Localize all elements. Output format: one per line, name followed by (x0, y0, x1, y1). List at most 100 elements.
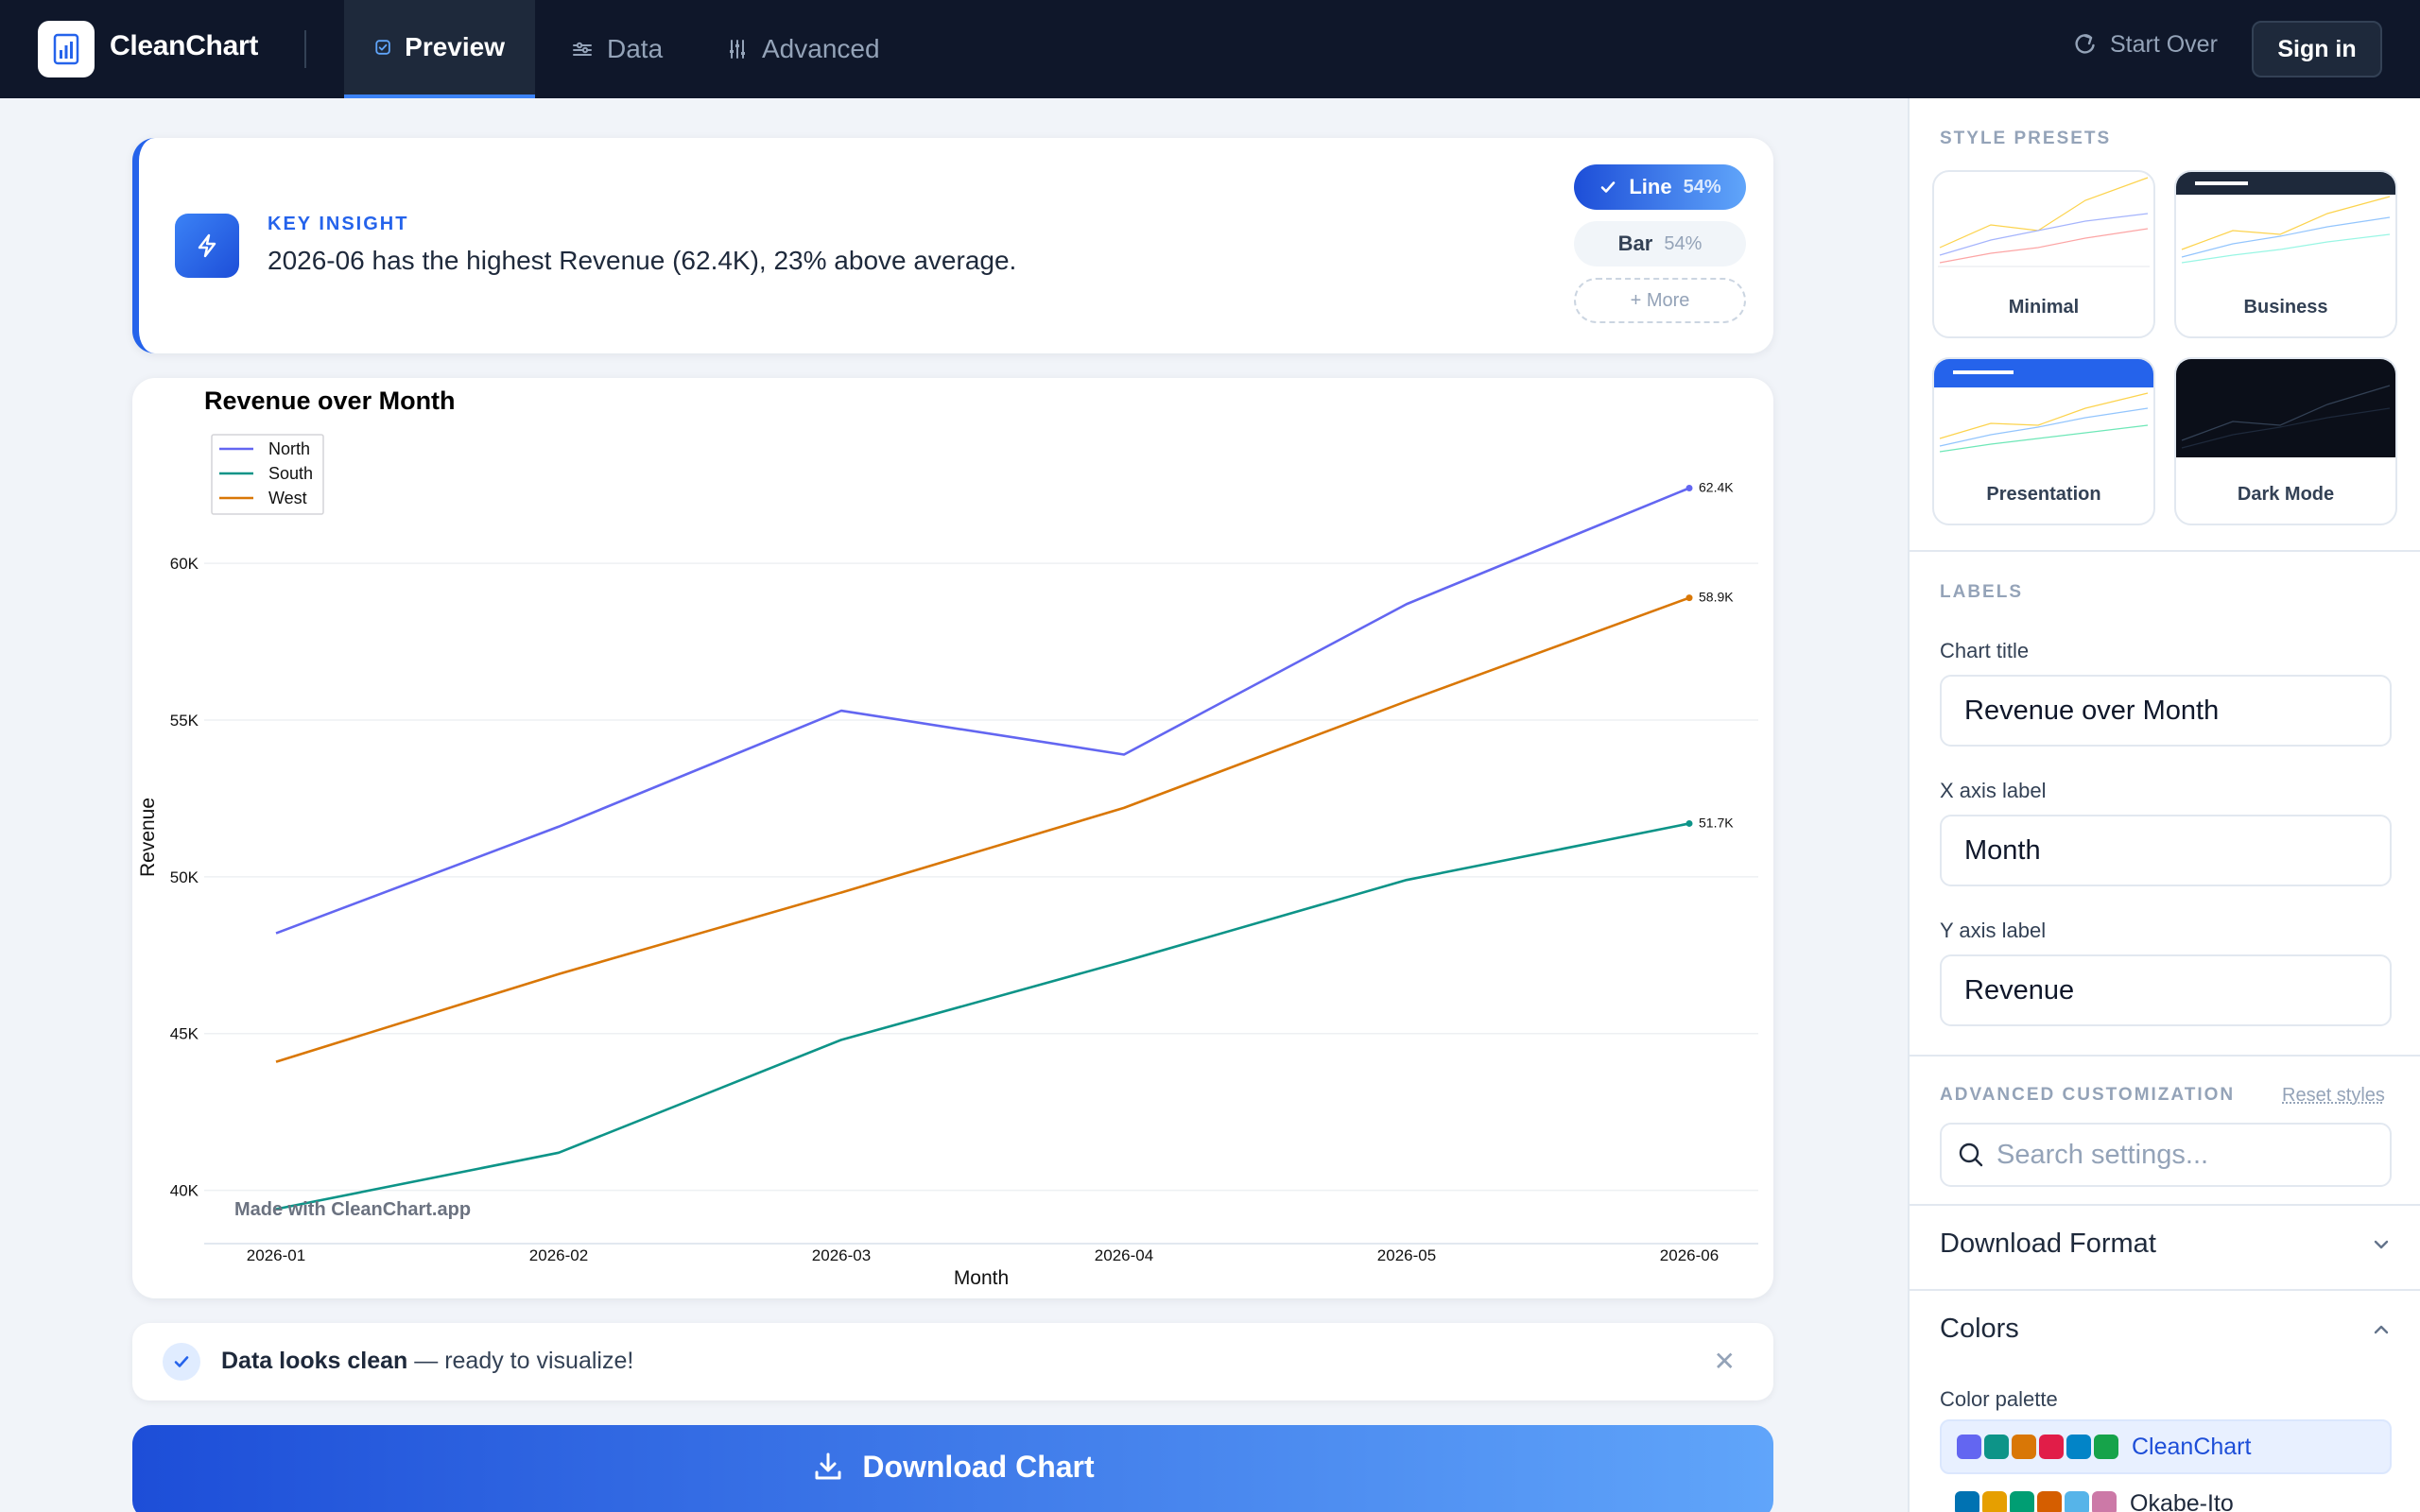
chart-title: Revenue over Month (204, 387, 456, 415)
palette-option-okabe-ito[interactable]: Okabe-Ito (1940, 1476, 2392, 1512)
color-swatch (2010, 1491, 2034, 1512)
x-tick-label: 2026-06 (1660, 1246, 1719, 1264)
search-icon (1959, 1143, 1983, 1167)
legend-label: West (268, 489, 307, 507)
preset-dark-mode-thumbnail (2176, 359, 2395, 457)
data-label: 62.4K (1699, 479, 1734, 494)
advanced-customization-title: ADVANCED CUSTOMIZATION (1940, 1085, 2236, 1105)
legend-label: South (268, 464, 313, 483)
tab-advanced[interactable]: Advanced (696, 0, 910, 98)
series-line-west (275, 596, 1690, 1063)
series-line-south (275, 822, 1690, 1211)
color-swatch (1982, 1491, 2007, 1512)
data-status-banner: Data looks clean — ready to visualize! ✕ (132, 1323, 1773, 1400)
palette-name: Okabe-Ito (2130, 1489, 2234, 1512)
navbar-divider (304, 30, 306, 68)
y-axis-label-input[interactable]: Revenue (1940, 954, 2392, 1026)
y-tick-label: 50K (170, 868, 199, 886)
chart-type-line-button[interactable]: Line 54% (1574, 164, 1746, 210)
color-swatch (2092, 1491, 2117, 1512)
lightning-icon (175, 214, 239, 278)
color-swatch (1957, 1435, 1981, 1459)
x-tick-label: 2026-01 (247, 1246, 305, 1264)
download-chart-button[interactable]: Download Chart (132, 1425, 1773, 1512)
preset-minimal-thumbnail (1938, 177, 2150, 267)
download-format-label: Download Format (1940, 1228, 2156, 1259)
color-swatch (2012, 1435, 2036, 1459)
app-name[interactable]: CleanChart (110, 30, 258, 62)
tab-preview[interactable]: Preview (344, 0, 535, 98)
preset-minimal[interactable]: Minimal (1932, 170, 2155, 338)
series-endpoint (1685, 594, 1693, 602)
download-icon (815, 1452, 841, 1480)
sliders-vertical-icon (730, 40, 745, 59)
color-swatch (2039, 1435, 2064, 1459)
colors-label: Colors (1940, 1314, 2019, 1344)
check-circle-icon (163, 1343, 200, 1381)
more-chart-types-button[interactable]: + More (1574, 278, 1746, 323)
refresh-icon (2075, 34, 2095, 54)
preset-minimal-label: Minimal (2008, 297, 2080, 318)
palette-option-cleanchart[interactable]: CleanChart (1940, 1419, 2392, 1474)
panel-divider (1910, 1204, 2420, 1206)
top-navbar: CleanChart Preview Data Advanced Start O… (0, 0, 2420, 98)
close-icon[interactable]: ✕ (1714, 1346, 1736, 1377)
x-tick-label: 2026-03 (812, 1246, 871, 1264)
y-tick-label: 60K (170, 555, 199, 573)
chart-legend: North South West (211, 434, 324, 515)
chart-type-bar-button[interactable]: Bar 54% (1574, 221, 1746, 266)
x-axis-field-label: X axis label (1940, 779, 2047, 802)
y-axis-field-label: Y axis label (1940, 919, 2047, 942)
color-swatch (2037, 1491, 2062, 1512)
x-tick-label: 2026-05 (1377, 1246, 1436, 1264)
series-endpoint (1685, 484, 1693, 491)
preset-dark-mode[interactable]: Dark Mode (2174, 357, 2397, 525)
tab-preview-label: Preview (405, 32, 505, 61)
preset-dark-mode-label: Dark Mode (2237, 484, 2335, 505)
labels-section-title: LABELS (1940, 582, 2023, 602)
settings-search-input[interactable]: Search settings... (1940, 1123, 2392, 1187)
data-label: 51.7K (1699, 815, 1734, 830)
panel-divider (1910, 1055, 2420, 1057)
reset-styles-link[interactable]: Reset styles (2282, 1085, 2385, 1107)
line-chart: Revenue over Month 40K 45K 50K 55K 60K 2026-… (137, 387, 1758, 1289)
color-swatch (2094, 1435, 2118, 1459)
x-tick-label: 2026-02 (529, 1246, 588, 1264)
app-logo[interactable] (38, 21, 95, 77)
chevron-up-icon (2374, 1325, 2389, 1333)
tab-data[interactable]: Data (541, 0, 693, 98)
panel-divider (1910, 1289, 2420, 1291)
key-insight-card: KEY INSIGHT 2026-06 has the highest Reve… (132, 138, 1773, 353)
x-tick-label: 2026-04 (1095, 1246, 1153, 1264)
color-swatch (1955, 1491, 1979, 1512)
sign-in-button[interactable]: Sign in (2252, 21, 2382, 77)
color-palette-field-label: Color palette (1940, 1387, 2058, 1411)
y-tick-label: 45K (170, 1025, 199, 1043)
preset-presentation-thumbnail (1934, 359, 2153, 453)
y-axis-label: Revenue (137, 798, 159, 877)
legend-label: North (268, 439, 310, 458)
style-presets-title: STYLE PRESETS (1940, 129, 2112, 148)
insight-text: 2026-06 has the highest Revenue (62.4K),… (268, 246, 1017, 275)
palette-swatches (1957, 1435, 2118, 1459)
start-over-button[interactable]: Start Over (2070, 30, 2218, 59)
series-endpoint (1685, 819, 1693, 827)
x-axis-label-input[interactable]: Month (1940, 815, 2392, 886)
chart-title-field-label: Chart title (1940, 639, 2030, 662)
checkmark-icon (1601, 181, 1616, 193)
preset-business[interactable]: Business (2174, 170, 2397, 338)
color-swatch (2065, 1491, 2089, 1512)
colors-section-toggle[interactable]: Colors (1940, 1314, 2392, 1345)
insight-label: KEY INSIGHT (268, 214, 409, 234)
palette-name: CleanChart (2132, 1433, 2252, 1460)
preset-presentation[interactable]: Presentation (1932, 357, 2155, 525)
data-label: 58.9K (1699, 590, 1734, 605)
settings-panel: STYLE PRESETS Minimal Business Presentat… (1908, 98, 2420, 1512)
chart-type-bar-label: Bar (1617, 232, 1653, 255)
color-swatch (2066, 1435, 2091, 1459)
check-square-icon (375, 40, 390, 55)
chart-type-line-label: Line (1629, 175, 1672, 198)
download-format-section-toggle[interactable]: Download Format (1940, 1228, 2392, 1260)
x-axis-label: Month (954, 1267, 1009, 1289)
chart-title-input[interactable]: Revenue over Month (1940, 675, 2392, 747)
